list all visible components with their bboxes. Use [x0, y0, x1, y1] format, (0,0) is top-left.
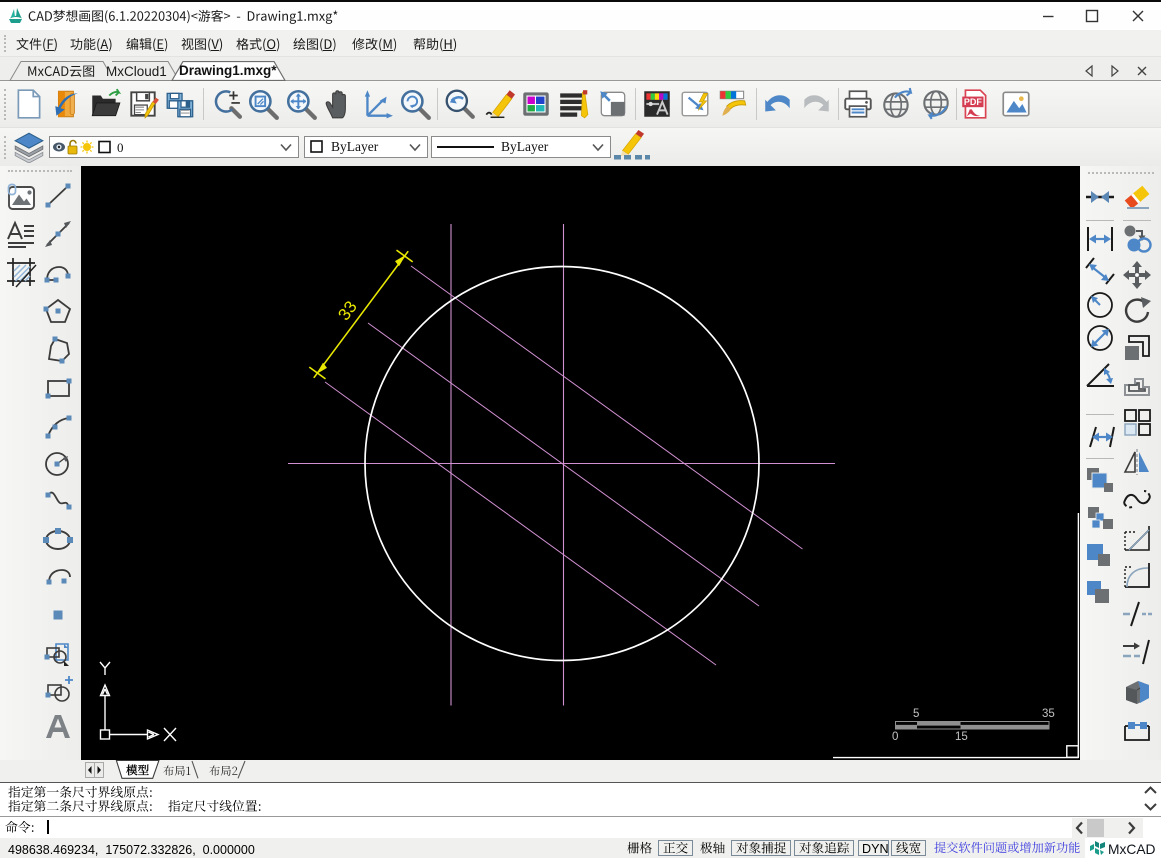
svg-text:PDF: PDF — [964, 97, 983, 107]
svg-text:15: 15 — [955, 731, 968, 743]
svg-text:0: 0 — [892, 731, 898, 743]
svg-text:5: 5 — [913, 708, 919, 720]
svg-text:35: 35 — [1042, 708, 1055, 720]
